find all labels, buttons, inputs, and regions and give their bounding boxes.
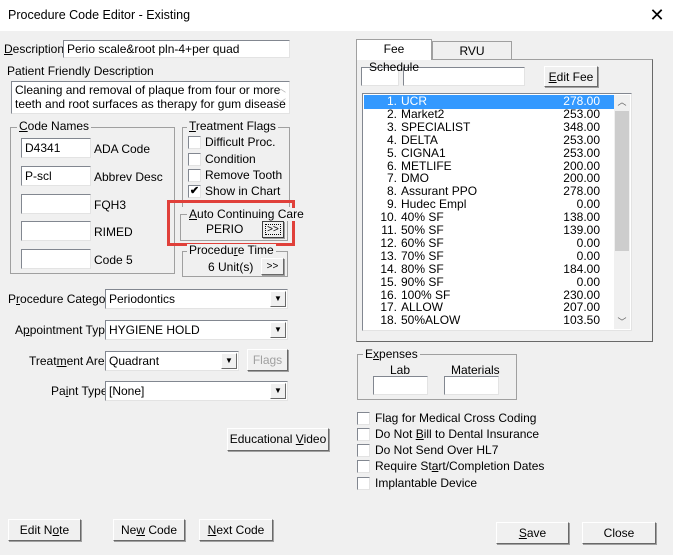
fee-schedule-list[interactable]: 1. UCR 278.00 2. Market2 253.00 3. SPECIALIST 34… [362, 93, 632, 331]
lab-input[interactable] [373, 376, 428, 395]
materials-label: Materials [451, 363, 500, 377]
paint-type-value: [None] [109, 384, 145, 398]
close-button[interactable]: Close [582, 522, 656, 544]
edit-note-button[interactable]: Edit Note [8, 519, 81, 541]
procedure-category-label: Procedure Category: [8, 292, 119, 306]
fee-list-scrollbar[interactable]: ︿ ﹀ [614, 95, 630, 329]
appointment-type-label: Appointment Type: [15, 323, 115, 337]
materials-input[interactable] [444, 376, 499, 395]
show-in-chart-label: Show in Chart [205, 184, 281, 198]
treatment-area-label: Treatment Area: [29, 354, 115, 368]
paint-type-select[interactable]: [None] ▼ [105, 381, 288, 401]
difficult-proc-label: Difficult Proc. [205, 135, 276, 149]
rimed-input[interactable] [21, 221, 91, 241]
procedure-time-title: Procedure Time [187, 243, 276, 257]
do-not-send-hl7-checkbox[interactable] [357, 444, 370, 457]
require-dates-label: Require Start/Completion Dates [375, 459, 545, 473]
chevron-down-icon[interactable]: ▼ [270, 291, 286, 307]
procedure-category-value: Periodontics [109, 292, 176, 306]
description-label: Description: [4, 42, 68, 56]
remove-tooth-label: Remove Tooth [205, 168, 283, 182]
paint-type-label: Paint Type: [51, 384, 111, 398]
chevron-down-icon[interactable]: ▼ [270, 322, 286, 338]
flags-button[interactable]: Flags [247, 349, 288, 371]
do-not-send-hl7-label: Do Not Send Over HL7 [375, 443, 499, 457]
scrollbar-thumb[interactable] [615, 111, 629, 251]
require-dates-checkbox[interactable] [357, 460, 370, 473]
scroll-up-icon[interactable]: ︿ [614, 95, 630, 109]
patient-friendly-textarea[interactable]: Cleaning and removal of plaque from four… [11, 81, 290, 114]
fee-row-amount: 103.50 [563, 313, 600, 328]
rimed-label: RIMED [94, 225, 133, 239]
medical-cross-coding-checkbox[interactable] [357, 412, 370, 425]
treatment-area-value: Quadrant [109, 354, 160, 368]
scroll-up-icon[interactable]: ︿ [276, 83, 286, 97]
appointment-type-select[interactable]: HYGIENE HOLD ▼ [105, 320, 288, 340]
expenses-title: Expenses [363, 347, 420, 361]
procedure-time-button[interactable]: >> [261, 258, 284, 275]
fqh3-input[interactable] [21, 194, 91, 214]
close-icon[interactable]: ✕ [646, 4, 668, 26]
abbrev-desc-label: Abbrev Desc [94, 170, 163, 184]
window-title: Procedure Code Editor - Existing [8, 8, 191, 22]
auto-continuing-care-title: Auto Continuing Care [187, 207, 306, 221]
description-input[interactable]: Perio scale&root pln-4+per quad [63, 40, 290, 58]
patient-friendly-line-1: Cleaning and removal of plaque from four… [15, 83, 281, 97]
condition-checkbox[interactable] [188, 153, 201, 166]
condition-label: Condition [205, 152, 256, 166]
auto-continuing-care-value: PERIO [206, 222, 244, 236]
lab-label: Lab [390, 363, 411, 377]
patient-friendly-label: Patient Friendly Description [7, 64, 154, 78]
tab-fee-schedule[interactable]: Fee Schedule [356, 39, 432, 74]
chevron-down-icon[interactable]: ▼ [270, 383, 286, 399]
save-button[interactable]: Save [496, 522, 569, 544]
tab-rvu-schedule[interactable]: RVU Schedule [432, 41, 512, 76]
educational-video-button[interactable]: Educational Video [227, 428, 329, 451]
ada-code-input[interactable]: D4341 [21, 138, 91, 158]
code5-input[interactable] [21, 249, 91, 269]
edit-fee-button[interactable]: Edit Fee [544, 66, 598, 87]
procedure-category-select[interactable]: Periodontics ▼ [105, 289, 288, 309]
appointment-type-value: HYGIENE HOLD [109, 323, 200, 337]
implantable-device-label: Implantable Device [375, 476, 478, 490]
fee-schedule-row[interactable]: 18. 50%ALOW 103.50 [364, 314, 614, 328]
treatment-flags-title: Treatment Flags [187, 119, 278, 133]
scroll-down-icon[interactable]: ﹀ [614, 315, 630, 329]
fee-amount-input[interactable] [403, 67, 525, 86]
code-names-title: Code Names [17, 119, 92, 133]
new-code-button[interactable]: New Code [113, 519, 185, 541]
auto-continuing-care-button[interactable]: >> [262, 221, 284, 238]
scroll-down-icon[interactable]: ﹀ [276, 98, 286, 112]
treatment-area-select[interactable]: Quadrant ▼ [105, 351, 239, 371]
procedure-time-value: 6 Unit(s) [208, 260, 254, 274]
do-not-bill-checkbox[interactable] [357, 428, 370, 441]
chevron-down-icon[interactable]: ▼ [221, 353, 237, 369]
implantable-device-checkbox[interactable] [357, 477, 370, 490]
remove-tooth-checkbox[interactable] [188, 169, 201, 182]
fee-row-number: 18. [380, 313, 397, 328]
do-not-bill-label: Do Not Bill to Dental Insurance [375, 427, 540, 441]
next-code-button[interactable]: Next Code [199, 519, 273, 541]
fqh3-label: FQH3 [94, 198, 127, 212]
patient-friendly-line-2: teeth and root surfaces as therapy for g… [15, 97, 286, 111]
difficult-proc-checkbox[interactable] [188, 136, 201, 149]
ada-code-label: ADA Code [94, 142, 151, 156]
medical-cross-coding-label: Flag for Medical Cross Coding [375, 411, 537, 425]
fee-row-name: 50%ALOW [401, 313, 461, 328]
show-in-chart-checkbox[interactable]: ✔ [188, 185, 201, 198]
abbrev-desc-input[interactable]: P-scl [21, 166, 91, 186]
code5-label: Code 5 [94, 253, 133, 267]
